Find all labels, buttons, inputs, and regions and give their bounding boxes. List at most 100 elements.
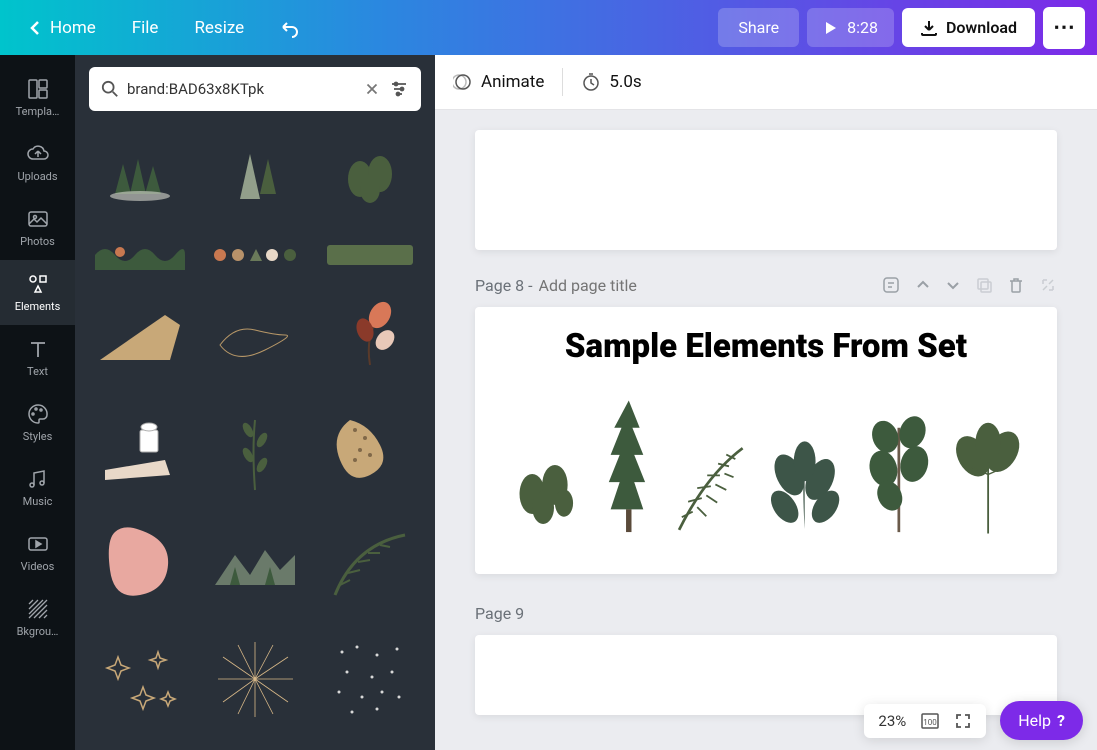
- move-up-icon[interactable]: [915, 277, 931, 293]
- text-icon: [26, 337, 50, 361]
- element-thumb[interactable]: [89, 513, 192, 616]
- sidebar-item-label: Photos: [20, 235, 55, 248]
- pages-scroll[interactable]: Page 8 - Sample Elements From Set: [435, 110, 1097, 750]
- element-thumb[interactable]: [204, 628, 307, 731]
- help-button[interactable]: Help ?: [1000, 701, 1083, 740]
- canvas-area: Animate 5.0s Page 8 -: [435, 55, 1097, 750]
- page-number-label: Page 8 -: [475, 276, 533, 295]
- sidebar-item-text[interactable]: Text: [0, 325, 75, 390]
- download-icon: [920, 19, 938, 37]
- more-button[interactable]: ⋯: [1043, 7, 1085, 49]
- sidebar-item-label: Templa…: [16, 105, 60, 118]
- sidebar: Templa… Uploads Photos Elements Text Sty…: [0, 55, 75, 750]
- page-title-input[interactable]: [539, 276, 742, 295]
- tropical-plant-element[interactable]: [762, 424, 848, 544]
- expand-icon[interactable]: [1039, 276, 1057, 294]
- search-icon: [101, 80, 119, 98]
- resize-menu[interactable]: Resize: [178, 10, 260, 46]
- canvas-heading: Sample Elements From Set: [505, 327, 1027, 366]
- svg-text:100: 100: [924, 718, 938, 727]
- move-down-icon[interactable]: [945, 277, 961, 293]
- animate-label: Animate: [481, 72, 544, 92]
- fiddle-leaf-element[interactable]: [858, 384, 940, 544]
- element-thumb[interactable]: [318, 238, 421, 272]
- elements-panel: ◂: [75, 55, 435, 750]
- sidebar-item-styles[interactable]: Styles: [0, 390, 75, 455]
- cactus-element[interactable]: [505, 444, 587, 544]
- palm-frond-element[interactable]: [670, 434, 752, 544]
- duration-button[interactable]: 5.0s: [581, 72, 641, 92]
- filter-icon[interactable]: [389, 79, 409, 99]
- videos-icon: [26, 532, 50, 556]
- sidebar-item-templates[interactable]: Templa…: [0, 65, 75, 130]
- canvas-elements: [505, 384, 1027, 544]
- download-button[interactable]: Download: [902, 8, 1035, 47]
- element-thumb[interactable]: [318, 628, 421, 731]
- sidebar-item-elements[interactable]: Elements: [0, 260, 75, 325]
- timer-icon: [581, 72, 601, 92]
- dots-icon: ⋯: [1053, 15, 1075, 40]
- notes-icon[interactable]: [881, 275, 901, 295]
- chevron-left-icon: [28, 20, 44, 36]
- background-icon: [26, 597, 50, 621]
- elements-grid[interactable]: [75, 123, 435, 750]
- sidebar-item-videos[interactable]: Videos: [0, 520, 75, 585]
- search-input[interactable]: [127, 80, 355, 98]
- back-button[interactable]: Home: [12, 10, 112, 46]
- uploads-icon: [26, 142, 50, 166]
- sidebar-item-photos[interactable]: Photos: [0, 195, 75, 260]
- delete-icon[interactable]: [1007, 276, 1025, 294]
- element-thumb[interactable]: [204, 123, 307, 226]
- element-thumb[interactable]: [204, 513, 307, 616]
- fit-icon[interactable]: 100: [920, 712, 940, 730]
- home-label: Home: [50, 18, 96, 38]
- sidebar-item-label: Bkgrou…: [17, 625, 59, 638]
- animate-button[interactable]: Animate: [453, 72, 544, 92]
- sidebar-item-background[interactable]: Bkgrou…: [0, 585, 75, 650]
- undo-button[interactable]: [264, 10, 316, 46]
- fullscreen-icon[interactable]: [954, 712, 972, 730]
- page-canvas[interactable]: Sample Elements From Set: [475, 307, 1057, 574]
- play-time: 8:28: [847, 18, 878, 37]
- elements-icon: [26, 272, 50, 296]
- zoom-value[interactable]: 23%: [878, 712, 906, 730]
- sidebar-item-label: Text: [27, 365, 48, 378]
- sidebar-item-label: Styles: [23, 430, 53, 443]
- element-thumb[interactable]: [89, 399, 192, 502]
- pine-tree-element[interactable]: [597, 384, 661, 544]
- element-thumb[interactable]: [318, 399, 421, 502]
- bottom-toolbar: 23% 100 Help ?: [864, 701, 1083, 740]
- share-button[interactable]: Share: [718, 8, 799, 47]
- element-thumb[interactable]: [318, 284, 421, 387]
- templates-icon: [26, 77, 50, 101]
- sidebar-item-label: Uploads: [17, 170, 57, 183]
- element-thumb[interactable]: [89, 123, 192, 226]
- download-label: Download: [946, 18, 1017, 37]
- page-header: Page 9: [475, 604, 1057, 623]
- music-icon: [26, 467, 50, 491]
- search-box: [89, 67, 421, 111]
- element-thumb[interactable]: [89, 284, 192, 387]
- element-thumb[interactable]: [318, 123, 421, 226]
- element-thumb[interactable]: [204, 399, 307, 502]
- top-bar: Home File Resize Share 8:28 Download ⋯: [0, 0, 1097, 55]
- sidebar-item-label: Elements: [15, 300, 61, 313]
- element-thumb[interactable]: [204, 284, 307, 387]
- page-canvas-prev[interactable]: [475, 130, 1057, 250]
- file-menu[interactable]: File: [116, 10, 175, 46]
- sidebar-item-uploads[interactable]: Uploads: [0, 130, 75, 195]
- leafy-plant-element[interactable]: [950, 414, 1027, 544]
- clear-icon[interactable]: [363, 80, 381, 98]
- duplicate-icon[interactable]: [975, 276, 993, 294]
- element-thumb[interactable]: [204, 238, 307, 272]
- divider: [562, 68, 563, 96]
- sidebar-item-music[interactable]: Music: [0, 455, 75, 520]
- element-thumb[interactable]: [89, 238, 192, 272]
- element-thumb[interactable]: [318, 513, 421, 616]
- undo-icon: [280, 18, 300, 38]
- play-button[interactable]: 8:28: [807, 8, 894, 47]
- styles-icon: [26, 402, 50, 426]
- element-thumb[interactable]: [89, 628, 192, 731]
- help-label: Help: [1018, 711, 1051, 730]
- page-header: Page 8 -: [475, 275, 1057, 295]
